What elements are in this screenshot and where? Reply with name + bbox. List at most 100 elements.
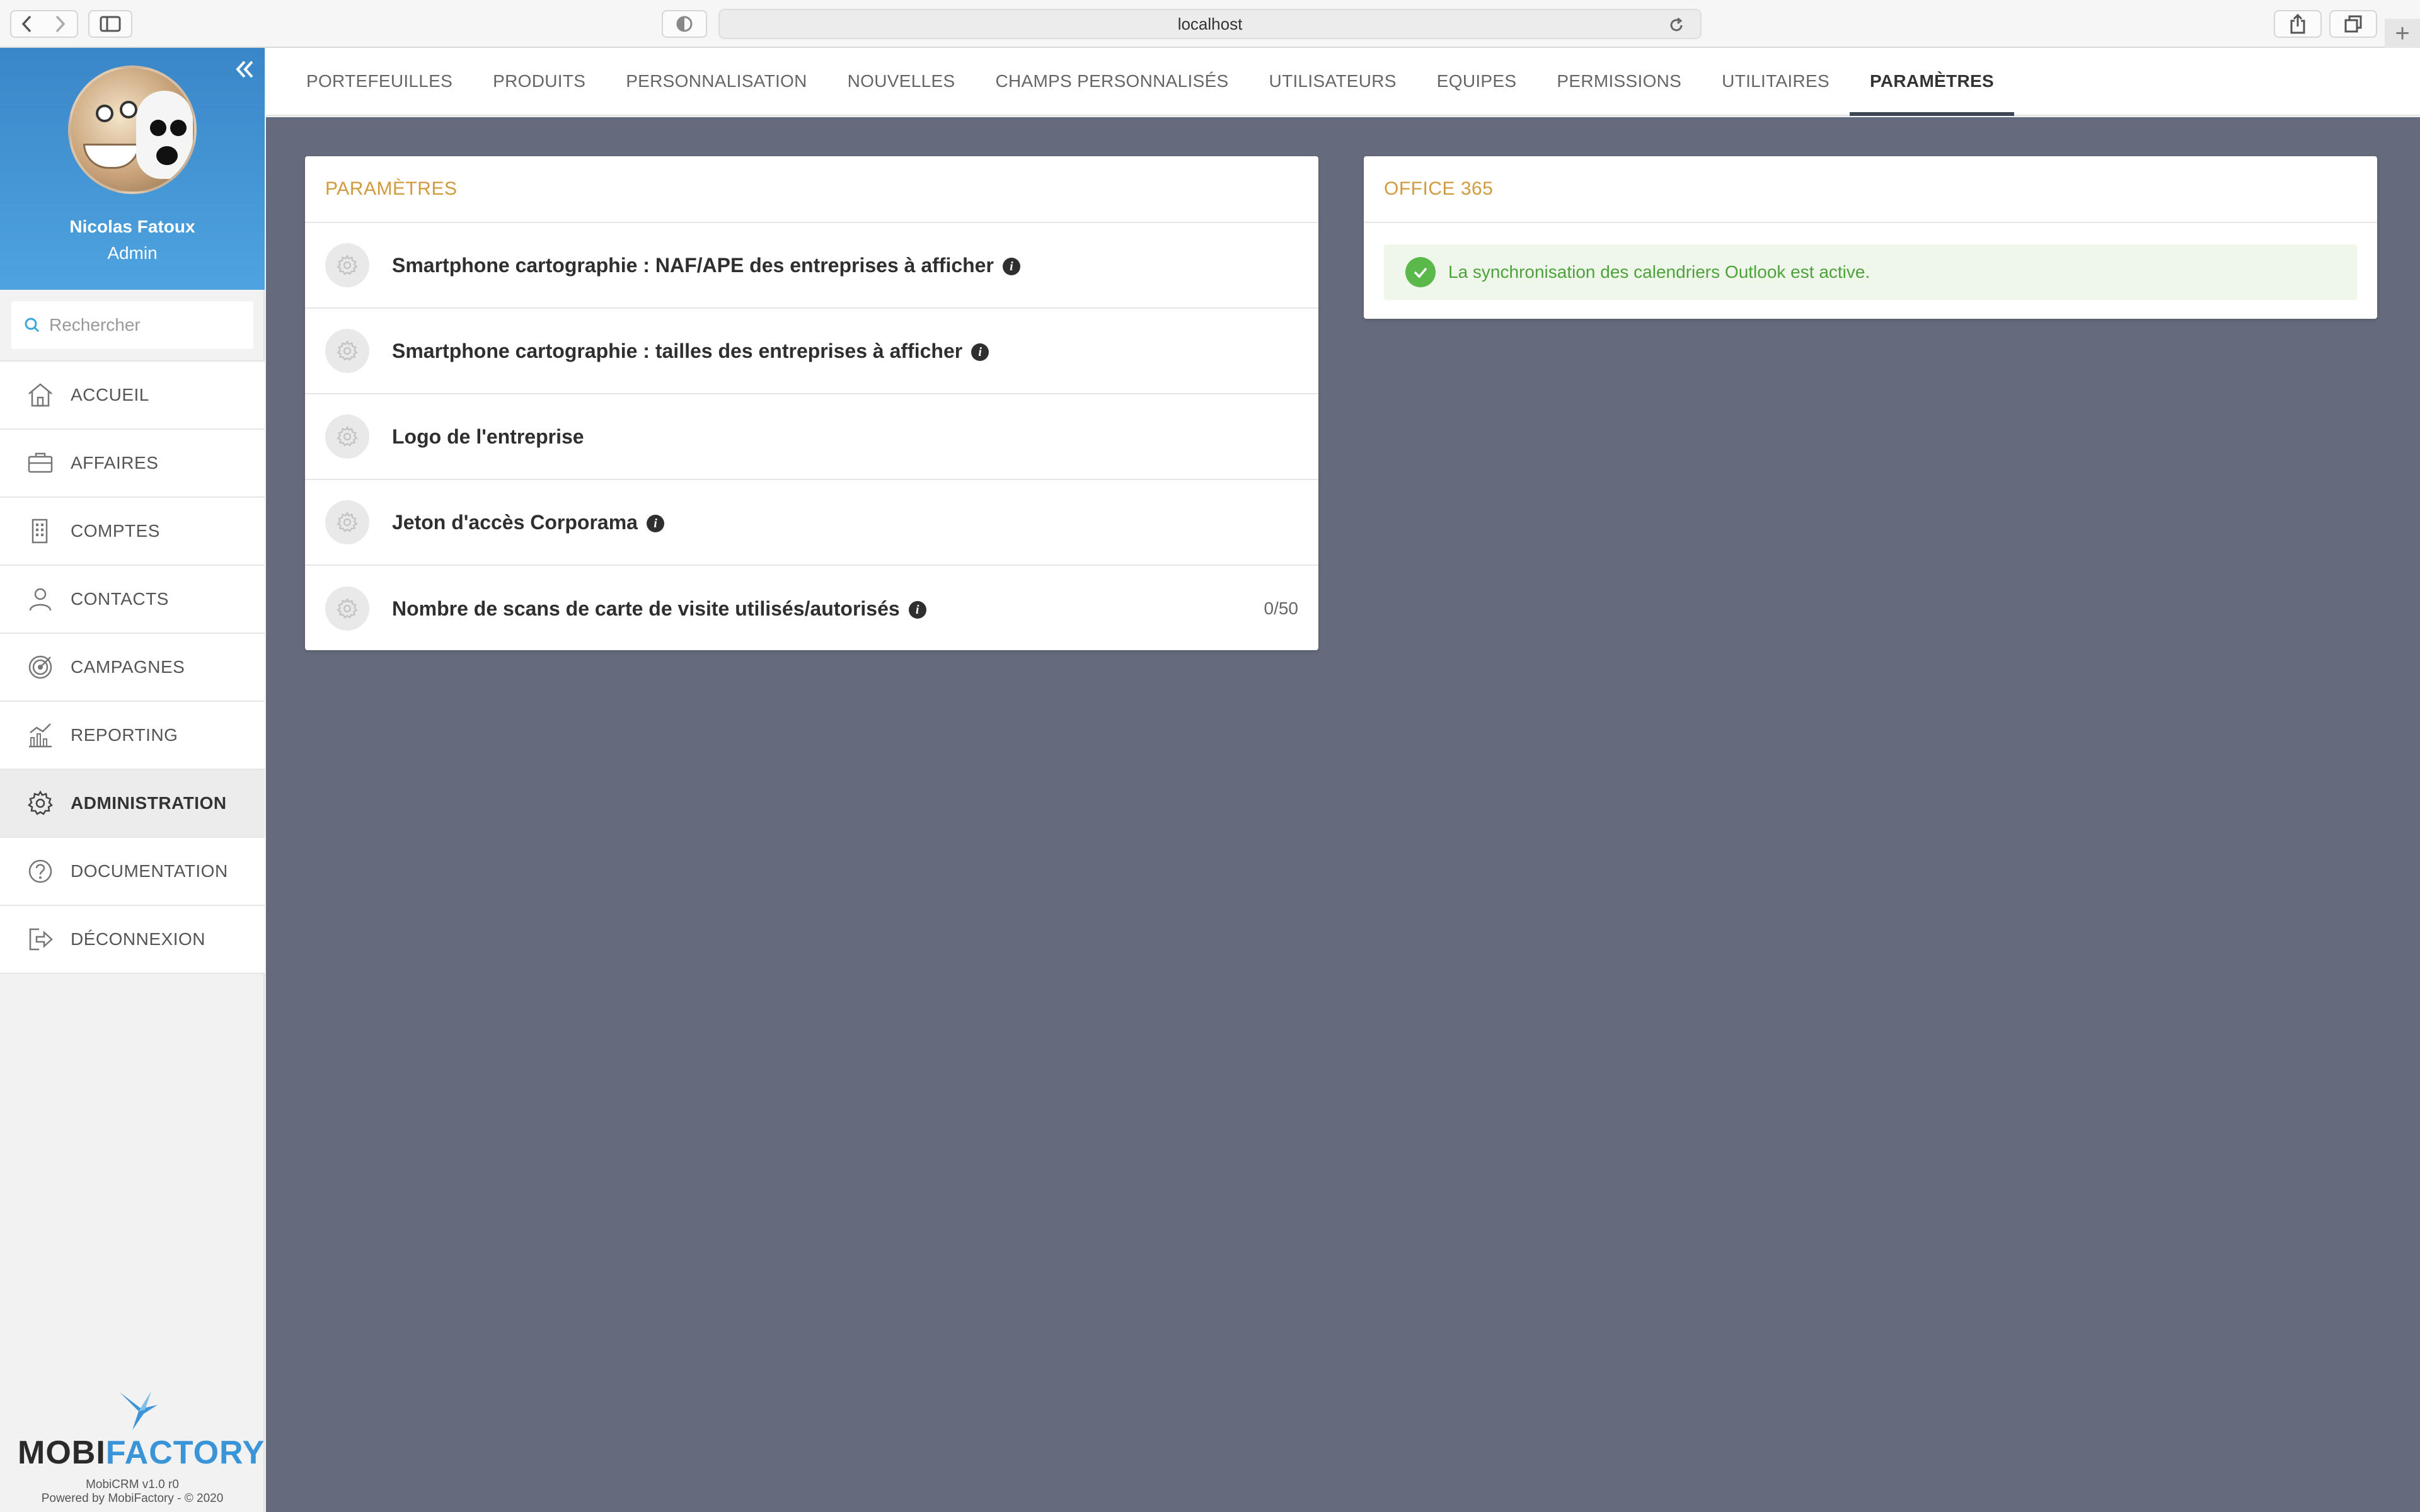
chevron-left-icon bbox=[21, 15, 32, 33]
address-bar[interactable]: localhost bbox=[718, 9, 1702, 39]
reload-icon[interactable] bbox=[1668, 16, 1685, 34]
app-version: MobiCRM v1.0 r0 bbox=[86, 1478, 179, 1491]
share-button[interactable] bbox=[2274, 10, 2322, 38]
tabs-icon bbox=[2344, 15, 2362, 33]
param-row-scans[interactable]: Nombre de scans de carte de visite utili… bbox=[305, 566, 1318, 651]
info-icon[interactable]: i bbox=[908, 601, 926, 619]
sidebar-item-label: DÉCONNEXION bbox=[71, 929, 205, 949]
sidebar-item-label: CONTACTS bbox=[71, 589, 169, 609]
sidebar-toggle-button[interactable] bbox=[88, 10, 132, 38]
office365-card: OFFICE 365 La synchronisation des calend… bbox=[1364, 156, 2377, 319]
sidebar-menu: ACCUEIL AFFAIRES COMPTES CONTACTS CAMPAG… bbox=[0, 360, 265, 974]
sidebar-item-accueil[interactable]: ACCUEIL bbox=[0, 360, 265, 428]
logout-icon bbox=[25, 924, 55, 954]
search-icon bbox=[25, 318, 40, 333]
tab-champs-personnalises[interactable]: CHAMPS PERSONNALISÉS bbox=[975, 48, 1248, 115]
brand-wordmark: MOBIFACTORY bbox=[18, 1435, 265, 1471]
gear-icon[interactable] bbox=[325, 500, 369, 544]
user-name: Nicolas Fatoux bbox=[69, 217, 195, 236]
main-content: PARAMÈTRES Smartphone cartographie : NAF… bbox=[266, 117, 2420, 1512]
sidebar-item-label: CAMPAGNES bbox=[71, 657, 185, 677]
tab-parametres[interactable]: PARAMÈTRES bbox=[1849, 48, 2014, 116]
sidebar-item-contacts[interactable]: CONTACTS bbox=[0, 564, 265, 633]
url-text: localhost bbox=[1177, 14, 1243, 33]
sidebar-item-label: REPORTING bbox=[71, 725, 178, 745]
param-row-tailles[interactable]: Smartphone cartographie : tailles des en… bbox=[305, 309, 1318, 394]
info-icon[interactable]: i bbox=[971, 343, 989, 362]
chart-icon bbox=[25, 720, 55, 750]
sidebar-item-administration[interactable]: ADMINISTRATION bbox=[0, 769, 265, 837]
gear-icon[interactable] bbox=[325, 329, 369, 373]
browser-toolbar: localhost + bbox=[0, 0, 2420, 48]
param-label: Jeton d'accès Corporama i bbox=[392, 511, 664, 534]
bird-icon bbox=[120, 1391, 158, 1430]
target-icon bbox=[25, 652, 55, 682]
info-icon[interactable]: i bbox=[646, 515, 664, 533]
tab-utilitaires[interactable]: UTILITAIRES bbox=[1702, 48, 1850, 115]
shield-icon bbox=[676, 16, 693, 32]
user-profile: Nicolas Fatoux Admin bbox=[0, 48, 265, 290]
sync-status-text: La synchronisation des calendriers Outlo… bbox=[1448, 262, 1870, 282]
param-label: Smartphone cartographie : NAF/APE des en… bbox=[392, 254, 1020, 277]
person-icon bbox=[25, 584, 55, 614]
briefcase-icon bbox=[25, 448, 55, 478]
tab-overview-button[interactable] bbox=[2329, 10, 2377, 38]
powered-by: Powered by MobiFactory - © 2020 bbox=[41, 1492, 224, 1505]
sidebar: Nicolas Fatoux Admin ACCUEIL AFFAIRES CO… bbox=[0, 48, 265, 1512]
scan-count: 0/50 bbox=[1264, 598, 1299, 618]
sidebar-item-affaires[interactable]: AFFAIRES bbox=[0, 428, 265, 496]
question-icon bbox=[25, 856, 55, 886]
tab-equipes[interactable]: EQUIPES bbox=[1417, 48, 1537, 115]
tab-nouvelles[interactable]: NOUVELLES bbox=[827, 48, 976, 115]
gear-icon bbox=[25, 788, 55, 818]
chevron-right-icon bbox=[55, 15, 66, 33]
check-icon bbox=[1405, 257, 1436, 287]
brand-logo: MOBIFACTORY MobiCRM v1.0 r0 Powered by M… bbox=[0, 1386, 265, 1512]
sidebar-item-documentation[interactable]: DOCUMENTATION bbox=[0, 837, 265, 905]
param-label: Smartphone cartographie : tailles des en… bbox=[392, 340, 989, 363]
gear-icon[interactable] bbox=[325, 587, 369, 631]
tab-permissions[interactable]: PERMISSIONS bbox=[1536, 48, 1702, 115]
tab-produits[interactable]: PRODUITS bbox=[473, 48, 606, 115]
tab-portefeuilles[interactable]: PORTEFEUILLES bbox=[286, 48, 473, 115]
sidebar-item-label: DOCUMENTATION bbox=[71, 861, 228, 881]
sidebar-icon bbox=[100, 16, 121, 32]
sidebar-item-deconnexion[interactable]: DÉCONNEXION bbox=[0, 905, 265, 973]
back-button[interactable] bbox=[11, 11, 43, 37]
sidebar-item-comptes[interactable]: COMPTES bbox=[0, 496, 265, 564]
gear-icon[interactable] bbox=[325, 243, 369, 287]
param-label: Nombre de scans de carte de visite utili… bbox=[392, 597, 926, 621]
sidebar-item-label: COMPTES bbox=[71, 521, 160, 541]
sidebar-item-label: ACCUEIL bbox=[71, 385, 149, 404]
parameters-card-title: PARAMÈTRES bbox=[305, 156, 1318, 223]
param-label: Logo de l'entreprise bbox=[392, 425, 584, 448]
search-box[interactable] bbox=[11, 301, 253, 349]
param-row-naf-ape[interactable]: Smartphone cartographie : NAF/APE des en… bbox=[305, 223, 1318, 309]
privacy-button[interactable] bbox=[662, 10, 707, 38]
search-input[interactable] bbox=[49, 315, 251, 335]
tab-utilisateurs[interactable]: UTILISATEURS bbox=[1249, 48, 1417, 115]
share-icon bbox=[2290, 14, 2305, 34]
user-role: Admin bbox=[107, 243, 158, 263]
sidebar-item-campagnes[interactable]: CAMPAGNES bbox=[0, 633, 265, 701]
info-icon[interactable]: i bbox=[1002, 258, 1020, 276]
param-row-logo[interactable]: Logo de l'entreprise bbox=[305, 394, 1318, 480]
new-tab-button[interactable]: + bbox=[2385, 19, 2420, 48]
sync-status-alert: La synchronisation des calendriers Outlo… bbox=[1384, 244, 2357, 300]
gear-icon[interactable] bbox=[325, 415, 369, 459]
sidebar-item-label: ADMINISTRATION bbox=[71, 793, 227, 813]
sidebar-item-reporting[interactable]: REPORTING bbox=[0, 701, 265, 769]
tab-personnalisation[interactable]: PERSONNALISATION bbox=[606, 48, 827, 115]
history-nav bbox=[10, 10, 78, 38]
double-chevron-left-icon[interactable] bbox=[232, 57, 257, 82]
building-icon bbox=[25, 516, 55, 546]
param-row-corporama[interactable]: Jeton d'accès Corporama i bbox=[305, 480, 1318, 566]
avatar bbox=[68, 66, 197, 194]
forward-button[interactable] bbox=[44, 11, 76, 37]
office365-card-title: OFFICE 365 bbox=[1364, 156, 2377, 223]
home-icon bbox=[25, 380, 55, 410]
sidebar-item-label: AFFAIRES bbox=[71, 453, 159, 472]
plus-icon: + bbox=[2395, 19, 2410, 47]
admin-tabs: PORTEFEUILLES PRODUITS PERSONNALISATION … bbox=[266, 48, 2420, 116]
parameters-card: PARAMÈTRES Smartphone cartographie : NAF… bbox=[305, 156, 1318, 650]
